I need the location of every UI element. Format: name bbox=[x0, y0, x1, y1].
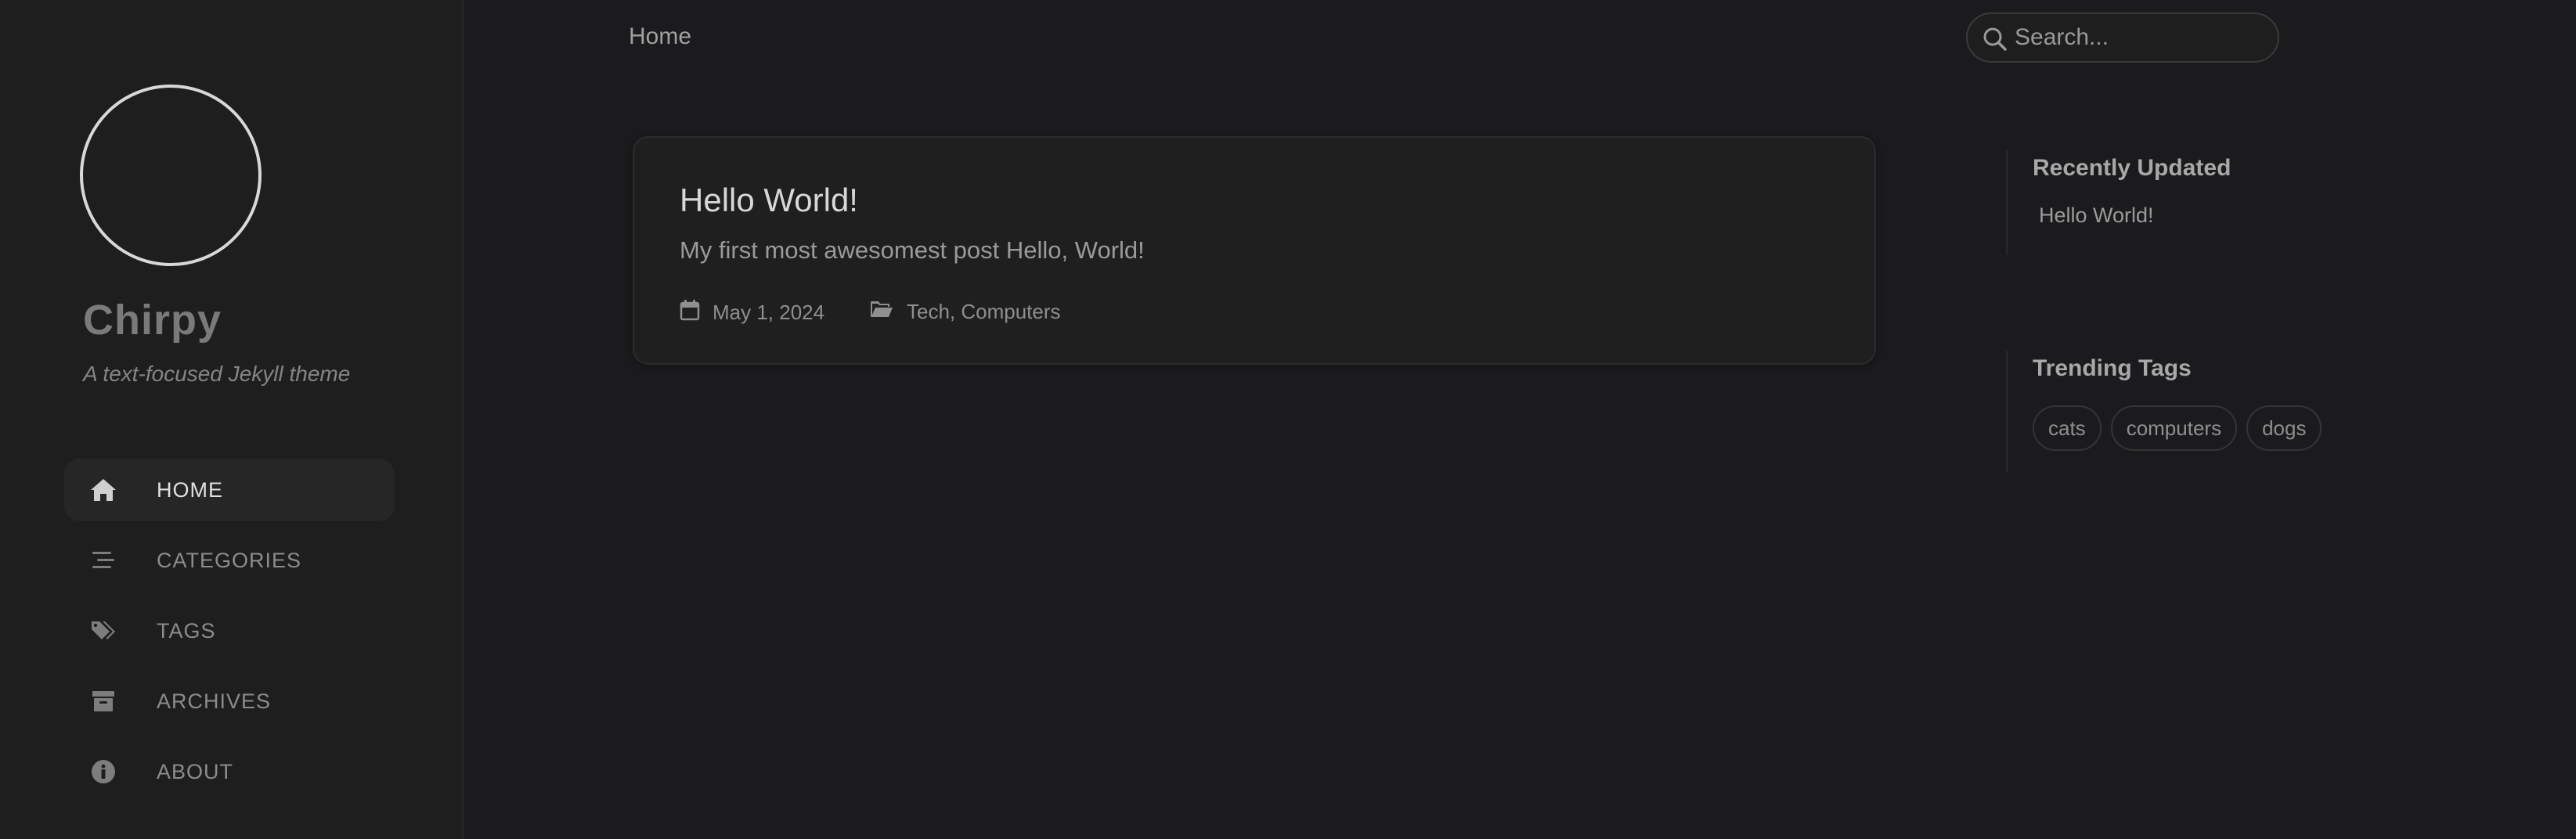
search-icon bbox=[1982, 26, 2008, 52]
site-subtitle: A text-focused Jekyll theme bbox=[83, 362, 351, 386]
post-title[interactable]: Hello World! bbox=[680, 182, 858, 219]
sidebar-nav: HOME CATEGORIES TAGS ARCHIVES ABOUT bbox=[64, 459, 395, 811]
nav-label-archives: ARCHIVES bbox=[157, 689, 272, 713]
calendar-icon bbox=[680, 299, 713, 326]
search-input[interactable] bbox=[2013, 22, 2264, 53]
tags-icon bbox=[88, 615, 119, 646]
recently-updated-heading: Recently Updated bbox=[2033, 155, 2231, 181]
post-date: May 1, 2024 bbox=[680, 299, 824, 326]
post-categories: Tech, Computers bbox=[869, 299, 1061, 325]
trending-tags-panel: Trending Tags cats computers dogs bbox=[2006, 351, 2322, 473]
nav-label-home: HOME bbox=[157, 477, 223, 502]
info-circle-icon bbox=[88, 756, 119, 787]
home-icon bbox=[88, 474, 119, 506]
post-excerpt: My first most awesomest post Hello, Worl… bbox=[680, 236, 1145, 264]
nav-item-home[interactable]: HOME bbox=[64, 459, 395, 521]
nav-item-categories[interactable]: CATEGORIES bbox=[64, 529, 395, 592]
nav-label-tags: TAGS bbox=[157, 618, 216, 643]
site-title[interactable]: Chirpy bbox=[83, 296, 222, 344]
post-categories-text[interactable]: Tech, Computers bbox=[907, 300, 1061, 324]
post-date-text: May 1, 2024 bbox=[713, 301, 825, 324]
nav-label-about: ABOUT bbox=[157, 759, 234, 783]
avatar[interactable] bbox=[80, 85, 262, 266]
nav-label-categories: CATEGORIES bbox=[157, 548, 302, 572]
nav-item-archives[interactable]: ARCHIVES bbox=[64, 670, 395, 733]
recently-updated-panel: Recently Updated Hello World! bbox=[2006, 150, 2231, 255]
tag-cats[interactable]: cats bbox=[2033, 405, 2102, 451]
stream-icon bbox=[88, 545, 119, 576]
trending-tags-heading: Trending Tags bbox=[2033, 355, 2192, 381]
recent-post-link[interactable]: Hello World! bbox=[2039, 203, 2231, 228]
tag-computers[interactable]: computers bbox=[2110, 405, 2238, 451]
nav-item-tags[interactable]: TAGS bbox=[64, 600, 395, 662]
breadcrumb[interactable]: Home bbox=[629, 23, 691, 50]
post-card[interactable]: Hello World! My first most awesomest pos… bbox=[633, 136, 1876, 365]
sidebar: Chirpy A text-focused Jekyll theme HOME … bbox=[0, 0, 464, 839]
folder-open-icon bbox=[869, 299, 907, 325]
nav-item-about[interactable]: ABOUT bbox=[64, 740, 395, 803]
tag-list: cats computers dogs bbox=[2033, 405, 2322, 451]
tag-dogs[interactable]: dogs bbox=[2246, 405, 2322, 451]
archive-icon bbox=[88, 686, 119, 717]
search-box[interactable] bbox=[1966, 13, 2279, 63]
